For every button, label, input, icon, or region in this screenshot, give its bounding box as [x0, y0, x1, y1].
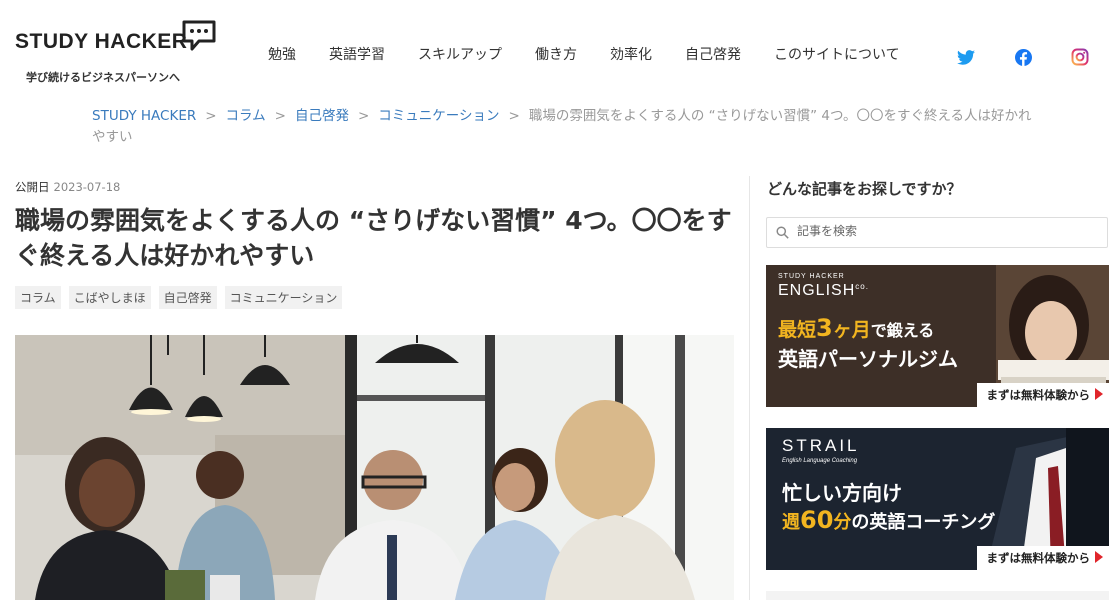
banner1-headline-2: 英語パーソナルジム [778, 347, 958, 371]
breadcrumb-self-development[interactable]: 自己啓発 [295, 108, 349, 124]
banner1-train: で鍛える [870, 321, 935, 340]
nav-item-efficiency[interactable]: 効率化 [610, 44, 652, 64]
facebook-icon[interactable] [1013, 47, 1033, 67]
banner2-week: 週 [782, 512, 800, 533]
breadcrumb: STUDY HACKER > コラム > 自己啓発 > コミュニケーション > 職場の雰囲気をよ… [92, 106, 1042, 148]
banner1-headline-1: 最短3ヶ月で鍛える [778, 314, 934, 342]
ad-banner-next[interactable] [766, 591, 1109, 600]
nav-item-self-development[interactable]: 自己啓発 [685, 44, 741, 64]
published-date-value: 2023-07-18 [53, 180, 121, 194]
banner1-cta-label: まずは無料体験から [986, 388, 1091, 402]
banner2-coaching: の英語コーチング [851, 512, 996, 533]
sidebar-search-heading: どんな記事をお探しですか？ [767, 180, 962, 198]
search-icon [776, 226, 789, 239]
banner1-brand-name: ENGLISH [778, 282, 856, 299]
breadcrumb-separator: > [274, 108, 286, 124]
banner2-brand: STRAIL [782, 436, 860, 455]
nav-item-about[interactable]: このサイトについて [774, 44, 900, 64]
banner1-cta[interactable]: まずは無料体験から [976, 383, 1109, 407]
tag-communication[interactable]: コミュニケーション [224, 286, 343, 309]
breadcrumb-column[interactable]: コラム [226, 108, 266, 124]
play-arrow-icon [1095, 551, 1103, 563]
nav-item-skillup[interactable]: スキルアップ [418, 44, 502, 64]
article-tags: コラム こばやしまほ 自己啓発 コミュニケーション [15, 286, 343, 309]
tag-column[interactable]: コラム [15, 286, 61, 309]
office-meeting-photo [15, 335, 734, 600]
ad-banner-english-company[interactable]: STUDY HACKER ENGLISHco. 最短3ヶ月で鍛える 英語パーソナ… [766, 265, 1109, 407]
twitter-icon[interactable] [956, 47, 976, 67]
banner2-minutes-num: 60 [800, 506, 834, 534]
breadcrumb-home[interactable]: STUDY HACKER [92, 108, 196, 124]
banner1-brand: ENGLISHco. [778, 282, 869, 300]
column-divider [749, 176, 750, 600]
tag-self-development[interactable]: 自己啓発 [158, 286, 217, 309]
banner2-minutes-unit: 分 [833, 512, 852, 533]
banner1-months-num: 3 [816, 314, 833, 342]
tag-author[interactable]: こばやしまほ [68, 286, 151, 309]
published-label: 公開日 [15, 180, 50, 194]
banner2-cta[interactable]: まずは無料体験から [976, 546, 1109, 570]
breadcrumb-separator: > [508, 108, 520, 124]
banner1-brand-top: STUDY HACKER [778, 273, 845, 280]
article-title: 職場の雰囲気をよくする人の “さりげない習慣” 4つ。〇〇をすぐ終える人は好かれ… [15, 206, 732, 270]
published-date: 公開日 2023-07-18 [15, 179, 120, 195]
banner2-headline-1: 忙しい方向け [782, 481, 902, 505]
main-nav: 勉強 英語学習 スキルアップ 働き方 効率化 自己啓発 このサイトについて [268, 44, 933, 64]
breadcrumb-separator: > [205, 108, 217, 124]
banner2-headline-2: 週60分の英語コーチング [782, 506, 995, 534]
ad-banner-strail[interactable]: STRAIL English Language Coaching 忙しい方向け … [766, 428, 1109, 570]
search-input[interactable] [797, 224, 1097, 238]
banner1-shortest: 最短 [778, 319, 817, 341]
logo-text: STUDY HACKER [15, 30, 188, 53]
breadcrumb-communication[interactable]: コミュニケーション [378, 108, 499, 124]
banner2-cta-label: まずは無料体験から [986, 551, 1091, 565]
site-tagline: 学び続けるビジネスパーソンへ [26, 71, 180, 84]
banner1-brand-suffix: co. [855, 282, 869, 291]
banner2-brand-sub: English Language Coaching [782, 458, 858, 464]
instagram-icon[interactable] [1070, 47, 1090, 67]
play-arrow-icon [1095, 388, 1103, 400]
breadcrumb-separator: > [357, 108, 370, 124]
search-box [766, 217, 1108, 248]
nav-item-english[interactable]: 英語学習 [329, 44, 385, 64]
article-hero-image [15, 335, 734, 600]
speech-bubble-icon [182, 20, 216, 51]
nav-item-workstyle[interactable]: 働き方 [535, 44, 577, 64]
banner1-months-unit: ヶ月 [832, 319, 871, 341]
nav-item-study[interactable]: 勉強 [268, 44, 296, 64]
